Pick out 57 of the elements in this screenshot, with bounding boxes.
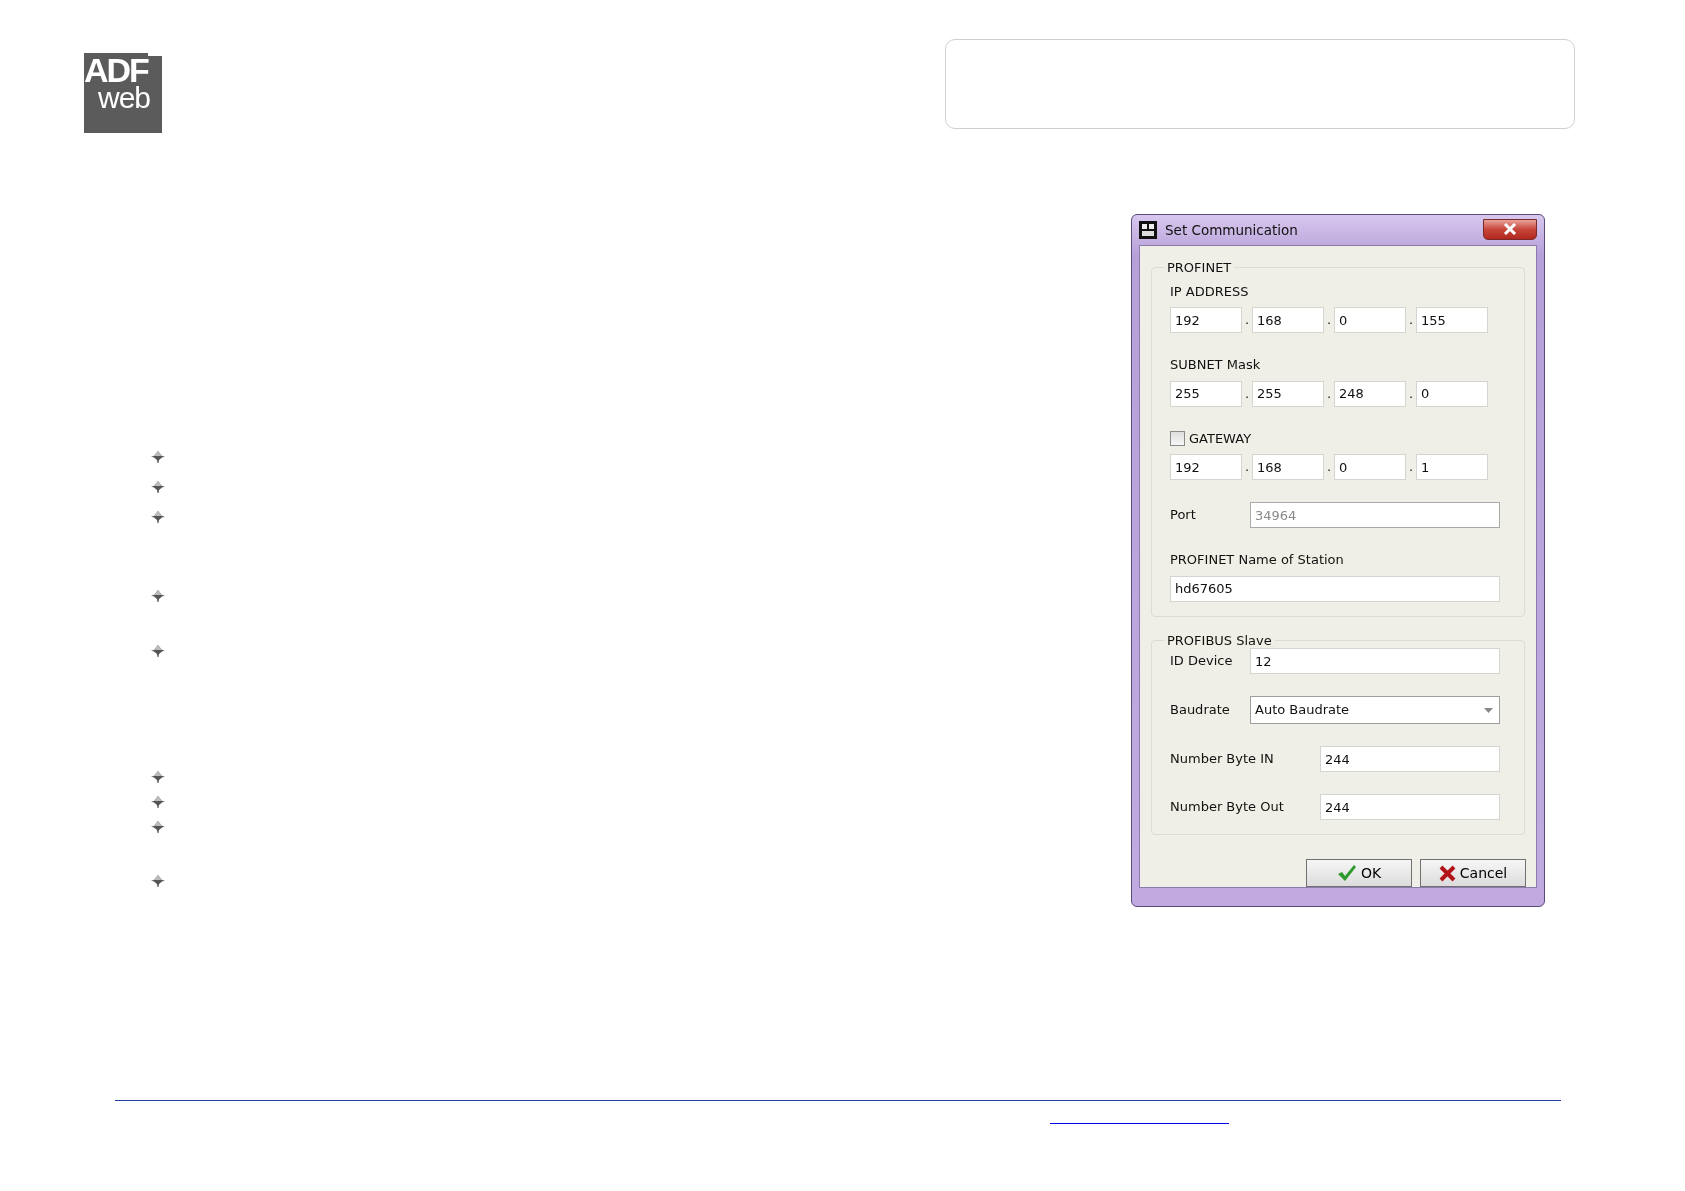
field-label: SUBNET Mask xyxy=(1170,356,1262,375)
adfweb-logo: ADF web xyxy=(84,56,162,133)
input-field[interactable]: 0 xyxy=(1416,380,1488,407)
dropdown[interactable]: Auto Baudrate xyxy=(1250,696,1500,725)
input-field[interactable]: 12 xyxy=(1250,648,1500,675)
separator-dot: . xyxy=(1407,311,1415,330)
bullet-icon xyxy=(151,821,165,833)
field-label: Number Byte Out xyxy=(1170,798,1285,817)
input-field[interactable]: 168 xyxy=(1252,454,1324,481)
field-label: ID Device xyxy=(1170,652,1234,671)
bullet-icon xyxy=(151,481,165,493)
field-label: Baudrate xyxy=(1170,701,1231,720)
input-field[interactable]: 244 xyxy=(1320,794,1500,821)
field-label: Number Byte IN xyxy=(1170,750,1275,769)
caret-icon xyxy=(1484,708,1493,714)
field-label: Port xyxy=(1170,506,1197,525)
ok-button[interactable]: OK xyxy=(1306,859,1412,888)
checkbox-label: GATEWAY xyxy=(1189,429,1252,448)
input-field[interactable]: 168 xyxy=(1252,307,1324,334)
separator-dot: . xyxy=(1325,311,1333,330)
group-label: PROFINET xyxy=(1166,260,1233,276)
separator-dot: . xyxy=(1325,384,1333,403)
window-title: Set Communication xyxy=(1165,220,1298,240)
checkbox[interactable] xyxy=(1170,430,1185,446)
input-field[interactable]: 248 xyxy=(1334,380,1406,407)
input-field[interactable]: 155 xyxy=(1416,307,1488,334)
field-label: IP ADDRESS xyxy=(1170,282,1250,301)
app-logo-icon xyxy=(1139,221,1157,239)
close-icon xyxy=(1503,223,1517,235)
bullet-icon xyxy=(151,590,165,602)
input-field[interactable]: 192 xyxy=(1170,454,1242,481)
bullet-icon xyxy=(151,451,165,463)
separator-dot: . xyxy=(1243,311,1251,330)
bullet-icon xyxy=(151,645,165,657)
input-field[interactable]: hd67605 xyxy=(1170,575,1500,602)
input-field[interactable]: 1 xyxy=(1416,454,1488,481)
close-button[interactable] xyxy=(1483,218,1537,240)
input-field[interactable]: 255 xyxy=(1252,380,1324,407)
checkmark-icon xyxy=(1336,864,1357,883)
separator-dot: . xyxy=(1243,458,1251,477)
separator-dot: . xyxy=(1407,458,1415,477)
bullet-icon xyxy=(151,796,165,808)
field-label: PROFINET Name of Station xyxy=(1170,551,1345,570)
input-field[interactable]: 0 xyxy=(1334,307,1406,334)
separator-dot: . xyxy=(1407,384,1415,403)
input-field[interactable]: 244 xyxy=(1320,746,1500,773)
input-field[interactable]: 192 xyxy=(1170,307,1242,334)
separator-dot: . xyxy=(1325,458,1333,477)
bullet-icon xyxy=(151,875,165,887)
group-label: PROFIBUS Slave xyxy=(1166,632,1273,649)
input-field[interactable]: 255 xyxy=(1170,380,1242,407)
x-mark-icon xyxy=(1438,864,1456,882)
cancel-button[interactable]: Cancel xyxy=(1420,859,1526,888)
input-field[interactable]: 0 xyxy=(1334,454,1406,481)
bullet-icon xyxy=(151,771,165,783)
separator-dot: . xyxy=(1243,384,1251,403)
bullet-icon xyxy=(151,511,165,523)
